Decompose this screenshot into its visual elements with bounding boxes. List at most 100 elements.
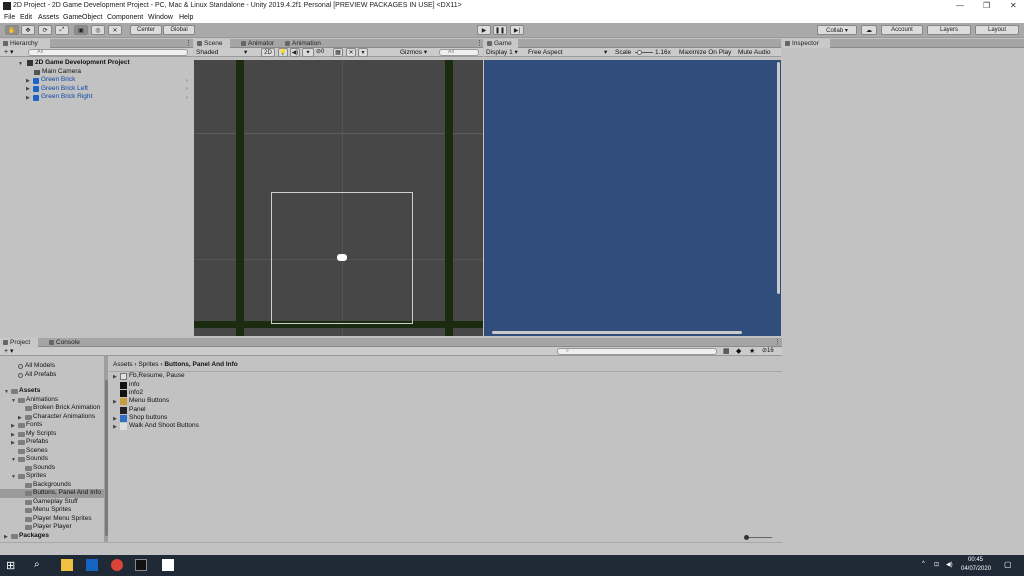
tree-item[interactable]: Gameplay Stuff bbox=[33, 498, 78, 506]
tree-item[interactable]: All Prefabs bbox=[25, 371, 56, 379]
expand-arrow-icon[interactable]: ▼ bbox=[11, 457, 16, 463]
filter-type-icon[interactable]: ▦ bbox=[723, 347, 730, 356]
camera-gizmo-icon[interactable] bbox=[337, 254, 347, 261]
menu-help[interactable]: Help bbox=[179, 14, 193, 21]
hidden-count-icon[interactable]: ⊘0 bbox=[316, 48, 324, 57]
display-dropdown[interactable]: Display 1 ▾ bbox=[486, 48, 518, 57]
chevron-right-icon[interactable]: › bbox=[186, 86, 188, 92]
tab-game[interactable]: Game bbox=[484, 39, 518, 48]
layers-dropdown[interactable]: Layers bbox=[927, 25, 971, 35]
gizmos-dropdown[interactable]: Gizmos ▾ bbox=[400, 48, 427, 57]
tools-icon[interactable]: ✕ bbox=[346, 48, 356, 57]
maximize-on-play-toggle[interactable]: Maximize On Play bbox=[679, 48, 731, 57]
tree-item[interactable]: Animations bbox=[26, 396, 58, 404]
file-item[interactable]: Fb,Resume, Pause bbox=[129, 372, 185, 380]
tab-animator[interactable]: Animator bbox=[238, 39, 280, 48]
hierarchy-search-input[interactable]: All bbox=[28, 49, 188, 56]
scale-slider-thumb[interactable] bbox=[637, 50, 642, 55]
tree-item[interactable]: Player Player bbox=[33, 523, 72, 531]
menu-edit[interactable]: Edit bbox=[20, 14, 32, 21]
chevron-down-icon[interactable]: ▾ bbox=[358, 48, 368, 57]
close-button[interactable]: ✕ bbox=[1010, 1, 1017, 10]
tab-project[interactable]: Project bbox=[0, 338, 38, 347]
system-tray-chevron-icon[interactable]: ^ bbox=[922, 561, 925, 567]
tree-item[interactable]: Scenes bbox=[26, 447, 48, 455]
hidden-packages-icon[interactable]: ⊘16 bbox=[762, 347, 774, 356]
tree-item[interactable]: Character Animations bbox=[33, 413, 95, 421]
expand-arrow-icon[interactable]: ▼ bbox=[11, 398, 16, 404]
project-add-button[interactable]: + ▾ bbox=[4, 347, 14, 356]
notifications-icon[interactable]: ▢ bbox=[1004, 560, 1012, 569]
brick-right-sprite[interactable] bbox=[445, 60, 453, 336]
tree-item[interactable]: Prefabs bbox=[26, 438, 48, 446]
scene-menu-icon[interactable]: ⋮ bbox=[476, 39, 483, 48]
tree-scrollbar-thumb[interactable] bbox=[105, 380, 108, 536]
file-item[interactable]: Panel bbox=[129, 406, 146, 414]
hierarchy-add-button[interactable]: + ▾ bbox=[4, 48, 14, 57]
expand-arrow-icon[interactable]: ▶ bbox=[113, 399, 117, 405]
tab-scene[interactable]: Scene bbox=[194, 39, 230, 48]
tree-item[interactable]: All Models bbox=[25, 362, 55, 370]
expand-arrow-icon[interactable]: ▶ bbox=[11, 432, 15, 438]
expand-arrow-icon[interactable]: ▶ bbox=[113, 416, 117, 422]
hierarchy-item[interactable]: Main Camera bbox=[42, 68, 81, 76]
custom-tool-icon[interactable]: ✕ bbox=[108, 25, 122, 35]
tree-item[interactable]: Fonts bbox=[26, 421, 42, 429]
hierarchy-item[interactable]: Green Brick Left bbox=[41, 85, 88, 93]
file-item[interactable]: Walk And Shoot Buttons bbox=[129, 422, 199, 430]
menu-file[interactable]: File bbox=[4, 14, 15, 21]
chrome-icon[interactable] bbox=[111, 559, 123, 571]
tree-item[interactable]: Backgrounds bbox=[33, 481, 71, 489]
space-toggle-button[interactable]: Global bbox=[163, 25, 195, 35]
cloud-icon[interactable]: ☁ bbox=[861, 25, 877, 35]
hierarchy-menu-icon[interactable]: ⋮ bbox=[185, 39, 192, 48]
game-view[interactable] bbox=[484, 60, 781, 336]
scale-tool-icon[interactable]: ⤢ bbox=[55, 25, 69, 35]
breadcrumb-item[interactable]: Assets bbox=[113, 361, 133, 368]
expand-arrow-icon[interactable]: ▶ bbox=[11, 440, 15, 446]
project-search-input[interactable]: ⌕ bbox=[557, 348, 717, 355]
grid-toggle-icon[interactable]: ▦ bbox=[333, 48, 343, 57]
tree-item[interactable]: Buttons, Panel And Info bbox=[33, 489, 101, 497]
transform-tool-icon[interactable]: ◎ bbox=[91, 25, 105, 35]
expand-arrow-icon[interactable]: ▶ bbox=[4, 534, 8, 540]
tab-inspector[interactable]: Inspector bbox=[782, 39, 830, 48]
audio-icon[interactable]: ◀) bbox=[290, 48, 300, 57]
file-explorer-icon[interactable] bbox=[61, 559, 73, 571]
menu-window[interactable]: Window bbox=[148, 14, 173, 21]
tab-animation[interactable]: Animation bbox=[282, 39, 332, 48]
shading-mode-dropdown[interactable]: Shaded ▾ bbox=[196, 48, 252, 57]
aspect-dropdown[interactable]: Free Aspect ▾ bbox=[528, 48, 610, 57]
tree-item[interactable]: My Scripts bbox=[26, 430, 56, 438]
expand-arrow-icon[interactable]: ▼ bbox=[11, 474, 16, 480]
expand-arrow-icon[interactable]: ▶ bbox=[18, 415, 22, 421]
play-button[interactable]: ▶ bbox=[477, 25, 491, 35]
search-icon[interactable]: ⌕ bbox=[34, 559, 46, 571]
breadcrumb-item[interactable]: Sprites bbox=[138, 361, 158, 368]
tab-console[interactable]: Console bbox=[46, 338, 86, 347]
project-menu-icon[interactable]: ⋮ bbox=[774, 338, 781, 347]
expand-arrow-icon[interactable]: ▶ bbox=[113, 374, 117, 380]
scene-view[interactable] bbox=[194, 60, 483, 336]
pause-button[interactable]: ❚❚ bbox=[493, 25, 507, 35]
expand-arrow-icon[interactable]: ▶ bbox=[26, 86, 30, 92]
menu-component[interactable]: Component bbox=[107, 14, 143, 21]
effects-icon[interactable]: ✦ bbox=[302, 48, 314, 57]
expand-arrow-icon[interactable]: ▶ bbox=[26, 95, 30, 101]
tab-hierarchy[interactable]: Hierarchy bbox=[0, 39, 50, 48]
unity-editor-icon[interactable] bbox=[162, 559, 174, 571]
clock-time[interactable]: 00:45 bbox=[968, 557, 983, 563]
hierarchy-item[interactable]: Green Brick Right bbox=[41, 93, 92, 101]
file-item[interactable]: Shop buttons bbox=[129, 414, 167, 422]
move-tool-icon[interactable]: ✥ bbox=[21, 25, 35, 35]
filter-label-icon[interactable]: ◆ bbox=[736, 347, 741, 356]
unity-hub-icon[interactable] bbox=[135, 559, 147, 571]
file-item[interactable]: Menu Buttons bbox=[129, 397, 169, 405]
hierarchy-item[interactable]: Green Brick bbox=[41, 76, 75, 84]
tree-item[interactable]: Packages bbox=[19, 532, 49, 540]
lighting-icon[interactable]: 💡 bbox=[278, 48, 288, 57]
expand-arrow-icon[interactable]: ▼ bbox=[4, 389, 9, 395]
pivot-toggle-button[interactable]: Center bbox=[130, 25, 162, 35]
brick-left-sprite[interactable] bbox=[236, 60, 244, 336]
tree-item[interactable]: Broken Brick Animation bbox=[33, 404, 100, 412]
